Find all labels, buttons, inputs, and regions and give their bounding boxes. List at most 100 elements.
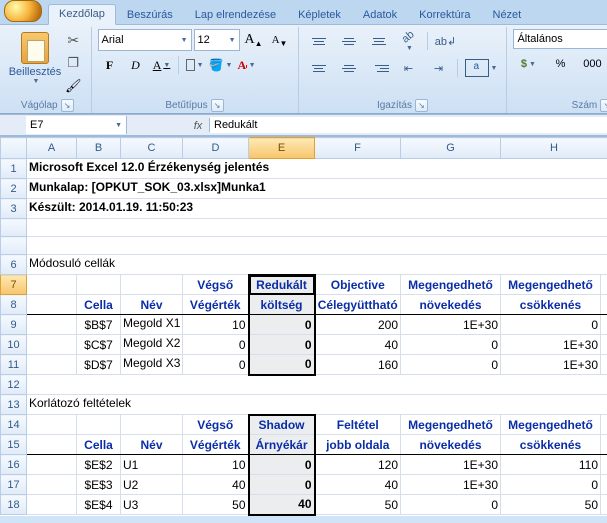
cell-G11[interactable]: 0 [401,355,501,375]
cell-F16[interactable]: 120 [315,455,401,475]
formula-input[interactable]: Redukált [210,117,607,133]
cell-H18[interactable]: 50 [501,495,601,515]
col-B[interactable]: B [77,138,121,159]
cell-G8[interactable]: növekedés [401,295,501,315]
worksheet[interactable]: A B C D E F G H 1 Microsoft Excel 12.0 É… [0,136,607,516]
cell-G17[interactable]: 1E+30 [401,475,501,495]
cell-C15[interactable]: Név [121,435,183,455]
increase-indent-button[interactable]: ⇥ [425,56,453,80]
underline-button[interactable]: A▼ [150,54,174,76]
cell-F8[interactable]: Célegyüttható [315,295,401,315]
cell-E14[interactable]: Shadow [249,415,315,435]
cell-G15[interactable]: növekedés [401,435,501,455]
bold-button[interactable]: F [98,54,122,76]
cell-C16[interactable]: U1 [121,455,183,475]
tab-home[interactable]: Kezdőlap [48,4,116,25]
cell-D16[interactable]: 10 [183,455,249,475]
row-18[interactable]: 18 [1,495,27,515]
comma-format-button[interactable]: 000 [577,52,607,76]
cell-C17[interactable]: U2 [121,475,183,495]
row-11[interactable]: 11 [1,355,27,375]
cell-H17[interactable]: 0 [501,475,601,495]
cut-button[interactable] [62,29,85,51]
cell-A3[interactable]: Készült: 2014.01.19. 11:50:23 [27,199,607,219]
cell-H16[interactable]: 110 [501,455,601,475]
cell-F10[interactable]: 40 [315,335,401,355]
cell-E8[interactable]: költség [249,295,315,315]
row-2[interactable]: 2 [1,179,27,199]
decrease-indent-button[interactable]: ⇤ [395,56,423,80]
cell-H10[interactable]: 1E+30 [501,335,601,355]
cell-G10[interactable]: 0 [401,335,501,355]
cell-C18[interactable]: U3 [121,495,183,515]
cell-F18[interactable]: 50 [315,495,401,515]
col-C[interactable]: C [121,138,183,159]
decrease-font-button[interactable]: A▼ [268,29,292,51]
cell-E15[interactable]: Árnyékár [249,435,315,455]
cell-G9[interactable]: 1E+30 [401,315,501,335]
cell-G18[interactable]: 0 [401,495,501,515]
font-dialog-launcher[interactable]: ↘ [211,99,224,112]
cell-F9[interactable]: 200 [315,315,401,335]
col-E[interactable]: E [249,138,315,159]
cell-D10[interactable]: 0 [183,335,249,355]
row-1[interactable]: 1 [1,159,27,179]
font-size-combo[interactable]: 12 ▼ [194,29,240,51]
name-box[interactable]: E7 ▼ [26,116,127,134]
tab-view[interactable]: Nézet [482,5,533,25]
office-button[interactable] [4,0,42,22]
cell-F17[interactable]: 40 [315,475,401,495]
cell-D8[interactable]: Végérték [183,295,249,315]
cell-A1[interactable]: Microsoft Excel 12.0 Érzékenység jelenté… [27,159,607,179]
align-middle-button[interactable] [335,29,363,53]
cell-H15[interactable]: csökkenés [501,435,601,455]
font-name-combo[interactable]: Arial ▼ [98,29,192,51]
font-color-button[interactable]: A▼ [235,54,259,76]
select-all-corner[interactable] [1,138,27,159]
cell-C9[interactable]: Megold X1 [121,315,183,335]
orientation-button[interactable]: ab▼ [395,29,423,53]
cell-A13[interactable]: Korlátozó feltételek [27,395,607,415]
cell-E11[interactable]: 0 [249,355,315,375]
cell-E7[interactable]: Redukált [249,275,315,295]
fill-color-button[interactable]: 🪣▼ [209,54,233,76]
col-H[interactable]: H [501,138,607,159]
row-3[interactable]: 3 [1,199,27,219]
merge-center-button[interactable]: ▼ [462,57,501,79]
row-16[interactable]: 16 [1,455,27,475]
paste-button[interactable]: Beillesztés ▼ [10,29,60,97]
number-dialog-launcher[interactable]: ↘ [600,99,607,112]
col-D[interactable]: D [183,138,249,159]
row-5[interactable] [1,237,27,255]
tab-page-layout[interactable]: Lap elrendezése [184,5,287,25]
format-painter-button[interactable] [62,75,85,97]
wrap-text-button[interactable]: ab↲ [432,29,460,53]
cell-H9[interactable]: 0 [501,315,601,335]
cell-H14[interactable]: Megengedhető [501,415,601,435]
alignment-dialog-launcher[interactable]: ↘ [415,99,428,112]
align-top-button[interactable] [305,29,333,53]
cell-E10[interactable]: 0 [249,335,315,355]
clipboard-dialog-launcher[interactable]: ↘ [61,99,74,112]
cell-B8[interactable]: Cella [77,295,121,315]
accounting-format-button[interactable]: $▼ [513,52,543,76]
row-15[interactable]: 15 [1,435,27,455]
cell-F11[interactable]: 160 [315,355,401,375]
col-A[interactable]: A [27,138,77,159]
cell-D11[interactable]: 0 [183,355,249,375]
cell-D17[interactable]: 40 [183,475,249,495]
row-8[interactable]: 8 [1,295,27,315]
percent-format-button[interactable]: % [545,52,575,76]
cell-G7[interactable]: Megengedhető [401,275,501,295]
fx-button[interactable]: fx [187,118,210,132]
cell-D9[interactable]: 10 [183,315,249,335]
cell-D7[interactable]: Végső [183,275,249,295]
cell-A6[interactable]: Módosuló cellák [27,255,607,275]
cell-B15[interactable]: Cella [77,435,121,455]
col-G[interactable]: G [401,138,501,159]
row-4[interactable] [1,219,27,237]
cell-F15[interactable]: jobb oldala [315,435,401,455]
cell-E17[interactable]: 0 [249,475,315,495]
cell-G14[interactable]: Megengedhető [401,415,501,435]
align-center-button[interactable] [335,56,363,80]
